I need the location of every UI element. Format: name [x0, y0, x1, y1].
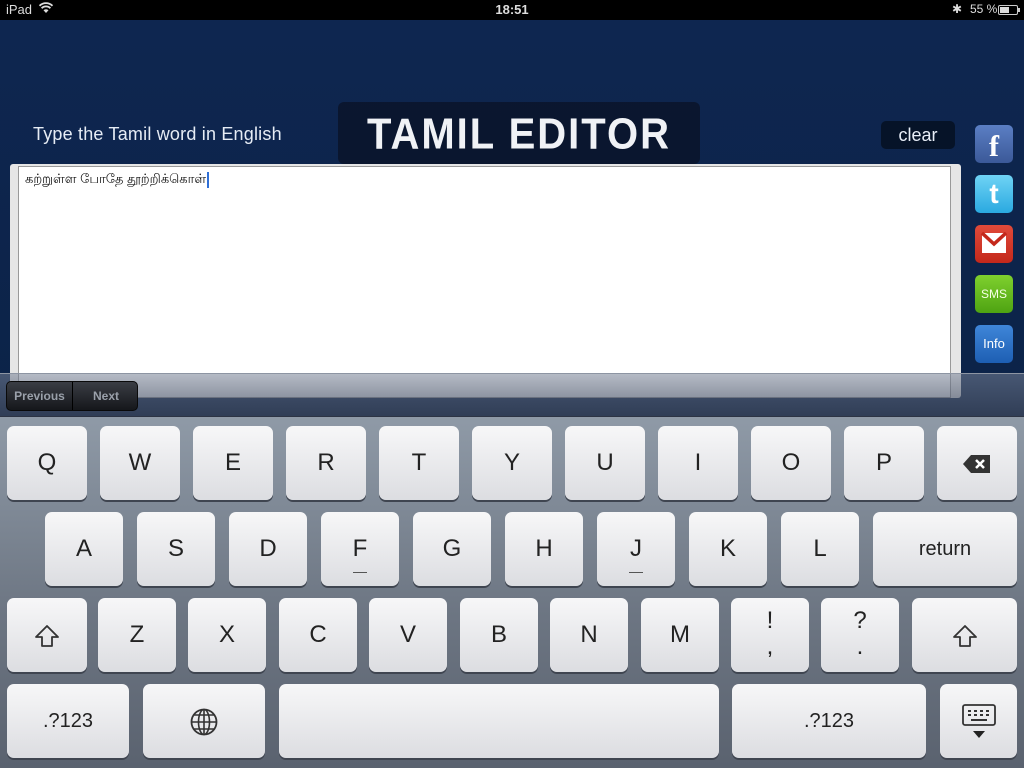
editor-frame: கற்றுள்ள போதே தூற்றிக்கொள் [10, 164, 961, 398]
return-key[interactable]: return [873, 512, 1017, 586]
key-z[interactable]: Z [98, 598, 176, 672]
key-p[interactable]: P [844, 426, 924, 500]
globe-icon [190, 708, 218, 736]
key-question-period[interactable]: ?. [821, 598, 899, 672]
key-k[interactable]: K [689, 512, 767, 586]
keyboard-dismiss-icon [961, 703, 996, 738]
keyboard-toolbar: Previous Next [0, 373, 1024, 417]
key-b[interactable]: B [460, 598, 538, 672]
key-u[interactable]: U [565, 426, 645, 500]
key-m[interactable]: M [641, 598, 719, 672]
key-r[interactable]: R [286, 426, 366, 500]
sms-share-button[interactable]: SMS [975, 275, 1013, 313]
backspace-key[interactable] [937, 426, 1017, 500]
key-j[interactable]: J [597, 512, 675, 586]
key-comma-label: , [766, 633, 774, 660]
info-button[interactable]: Info [975, 325, 1013, 363]
previous-next-control: Previous Next [6, 381, 138, 411]
text-editor[interactable]: கற்றுள்ள போதே தூற்றிக்கொள் [18, 166, 951, 398]
text-caret [207, 171, 210, 188]
status-time: 18:51 [495, 2, 529, 17]
key-exclamation-comma[interactable]: !, [731, 598, 809, 672]
key-c[interactable]: C [279, 598, 357, 672]
backspace-icon [963, 454, 990, 473]
key-exclamation-label: ! [766, 607, 774, 634]
instruction-text: Type the Tamil word in English [33, 124, 282, 144]
home-key-nib [629, 572, 643, 573]
key-question-label: ? [853, 607, 867, 634]
twitter-share-button[interactable]: t [975, 175, 1013, 213]
battery-percentage: 55 % [970, 2, 998, 16]
key-q[interactable]: Q [7, 426, 87, 500]
key-j-label: J [630, 535, 642, 562]
status-bar: iPad 18:51 ✱ 55 % [0, 0, 1024, 20]
key-v[interactable]: V [369, 598, 447, 672]
bluetooth-icon: ✱ [952, 2, 963, 16]
key-a[interactable]: A [45, 512, 123, 586]
key-h[interactable]: H [505, 512, 583, 586]
app-title: TAMIL EDITOR [367, 109, 671, 159]
shift-key-left[interactable] [7, 598, 87, 672]
previous-button[interactable]: Previous [7, 382, 73, 410]
battery-fill [1000, 7, 1009, 13]
key-e[interactable]: E [193, 426, 273, 500]
twitter-icon: t [989, 178, 999, 209]
key-o[interactable]: O [751, 426, 831, 500]
shift-icon [35, 624, 59, 647]
key-x[interactable]: X [188, 598, 266, 672]
next-button[interactable]: Next [74, 382, 138, 410]
key-d[interactable]: D [229, 512, 307, 586]
key-f-label: F [352, 535, 368, 562]
shift-icon [952, 624, 977, 647]
numbers-key-left[interactable]: .?123 [7, 684, 129, 758]
key-t[interactable]: T [379, 426, 459, 500]
space-bar[interactable] [279, 684, 719, 758]
globe-key[interactable] [143, 684, 265, 758]
key-l[interactable]: L [781, 512, 859, 586]
battery-icon [998, 5, 1020, 15]
tamil-editor-app: Type the Tamil word in English TAMIL EDI… [0, 20, 1024, 416]
numbers-key-right[interactable]: .?123 [732, 684, 926, 758]
gmail-share-button[interactable] [975, 225, 1013, 263]
facebook-icon: f [989, 130, 999, 163]
key-n[interactable]: N [550, 598, 628, 672]
on-screen-keyboard: Q W E R T Y U I O P A S D F G H J K L re… [0, 417, 1024, 768]
key-period-label: . [856, 633, 864, 660]
home-key-nib [353, 572, 367, 573]
key-i[interactable]: I [658, 426, 738, 500]
key-f[interactable]: F [321, 512, 399, 586]
editor-text: கற்றுள்ள போதே தூற்றிக்கொள் [25, 171, 207, 186]
title-panel: TAMIL EDITOR [338, 102, 700, 164]
key-g[interactable]: G [413, 512, 491, 586]
gmail-icon [980, 231, 1008, 253]
shift-key-right[interactable] [912, 598, 1017, 672]
key-y[interactable]: Y [472, 426, 552, 500]
facebook-share-button[interactable]: f [975, 125, 1013, 163]
key-w[interactable]: W [100, 426, 180, 500]
dismiss-keyboard-key[interactable] [940, 684, 1017, 758]
clear-button[interactable]: clear [881, 121, 955, 149]
key-s[interactable]: S [137, 512, 215, 586]
